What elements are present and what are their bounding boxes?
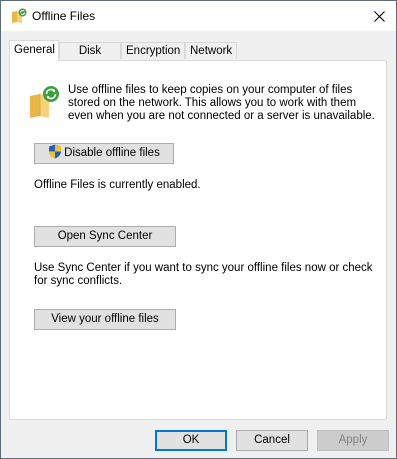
window-title: Offline Files [32,9,96,23]
cancel-button[interactable]: Cancel [236,430,308,451]
title-bar: Offline Files [1,1,396,31]
offline-files-dialog: Offline Files General Disk Usage Encrypt… [0,0,397,459]
sync-center-description: Use Sync Center if you want to sync your… [34,262,373,287]
disable-offline-files-label: Disable offline files [64,147,160,159]
tab-general[interactable]: General [9,40,59,61]
ok-button[interactable]: OK [155,430,227,451]
uac-shield-icon [49,144,62,159]
close-icon [373,10,385,22]
status-text: Offline Files is currently enabled. [34,179,201,191]
open-sync-center-button[interactable]: Open Sync Center [34,226,176,247]
offline-files-icon [30,86,59,118]
disable-offline-files-button[interactable]: Disable offline files [34,143,174,164]
apply-button[interactable]: Apply [317,430,389,451]
view-offline-files-button[interactable]: View your offline files [34,309,176,330]
tab-network[interactable]: Network [185,42,237,59]
close-button[interactable] [362,1,396,31]
tab-encryption[interactable]: Encryption [121,42,185,59]
offline-files-icon [12,8,27,23]
general-panel: Use offline files to keep copies on your… [9,60,387,420]
tab-disk-usage[interactable]: Disk Usage [59,42,121,73]
description-text: Use offline files to keep copies on your… [68,84,375,122]
